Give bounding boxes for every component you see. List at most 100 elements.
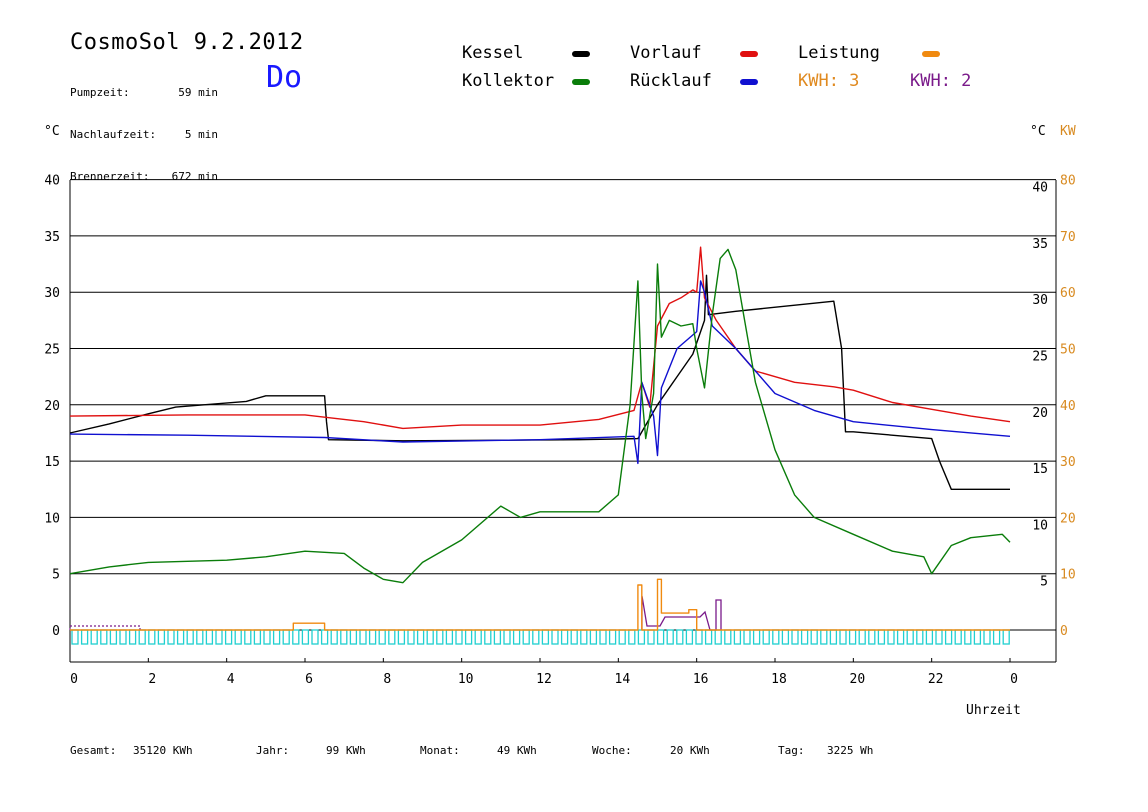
pump-state-mark (311, 629, 319, 645)
x-tick-label: 8 (383, 672, 391, 687)
y-tick-label-left: 15 (44, 455, 60, 470)
pump-state-mark (599, 629, 607, 645)
pump-state-mark (368, 629, 377, 645)
pump-state-mark (647, 629, 655, 645)
temperature-chart: 0510152025303540510152025303540010203040… (44, 174, 1076, 718)
pump-state-mark (503, 629, 511, 645)
pump-state-mark (676, 629, 684, 645)
y-tick-label-right: 15 (1032, 462, 1048, 477)
pump-state-mark (992, 629, 1001, 645)
footer-monat-label: Monat: (420, 744, 460, 757)
pump-state-mark (426, 629, 434, 645)
pump-state-mark (925, 629, 934, 645)
y-tick-label-right: 20 (1032, 406, 1048, 421)
x-tick-label: 14 (615, 672, 631, 687)
pump-state-mark (253, 629, 262, 645)
pump-state-mark (877, 629, 886, 645)
pump-state-mark (445, 629, 454, 645)
pump-state-mark (906, 629, 914, 645)
pump-state-mark (416, 629, 425, 645)
pump-state-mark (656, 629, 665, 645)
pump-state-mark (618, 629, 626, 645)
pump-state-mark (484, 629, 492, 645)
pump-state-mark (119, 629, 127, 645)
pump-state-mark (80, 629, 89, 645)
y-tick-label-right: 25 (1032, 350, 1048, 365)
y-tick-label-right: 5 (1040, 575, 1048, 590)
pump-state-mark (772, 629, 780, 645)
pump-state-mark (848, 629, 857, 645)
footer-gesamt-label: Gesamt: (70, 744, 117, 757)
footer-monat-value: 49 KWh (497, 744, 537, 757)
pump-state-mark (244, 629, 252, 645)
pump-state-mark (320, 629, 329, 645)
pump-state-mark (743, 629, 751, 645)
y-tick-label-left: 10 (44, 511, 60, 526)
series-line-kollektor (69, 248, 1011, 584)
pump-state-mark (944, 629, 953, 645)
y-tick-label-kw: 40 (1060, 399, 1076, 414)
pump-state-mark (436, 629, 444, 645)
pump-state-mark (148, 629, 156, 645)
pump-state-mark (512, 629, 521, 645)
footer-woche-value: 20 KWh (670, 744, 710, 757)
pump-state-mark (128, 629, 137, 645)
y-tick-label-left: 25 (44, 343, 60, 358)
pump-state-mark (781, 629, 790, 645)
pump-state-mark (608, 629, 617, 645)
pump-state-mark (157, 629, 166, 645)
x-tick-label: 22 (928, 672, 944, 687)
y-tick-label-kw: 60 (1060, 286, 1076, 301)
pump-state-mark (916, 629, 924, 645)
y-tick-label-left: 20 (44, 399, 60, 414)
pump-state-mark (397, 629, 406, 645)
pump-state-mark (752, 629, 761, 645)
pump-state-mark (589, 629, 598, 645)
pump-state-mark (272, 629, 281, 645)
pump-state-mark (628, 629, 636, 645)
pump-state-mark (407, 629, 415, 645)
pump-state-mark (983, 629, 991, 645)
pump-state-mark (695, 629, 703, 645)
pump-state-mark (868, 629, 876, 645)
pump-state-mark (1002, 629, 1010, 645)
y-tick-label-kw: 30 (1060, 455, 1076, 470)
y-tick-label-left: 30 (44, 286, 60, 301)
pump-state-mark (685, 629, 694, 645)
y-tick-label-left: 0 (52, 624, 60, 639)
pump-state-mark (800, 629, 809, 645)
pump-state-mark (820, 629, 828, 645)
y-tick-label-kw: 70 (1060, 230, 1076, 245)
pump-state-mark (167, 629, 175, 645)
x-axis-title: Uhrzeit (966, 703, 1021, 718)
pump-state-mark (301, 629, 310, 645)
series-line-vorlauf (69, 246, 1011, 430)
pump-state-mark (522, 629, 530, 645)
pump-state-mark (340, 629, 348, 645)
footer-gesamt-value: 35120 KWh (133, 744, 193, 757)
pump-state-mark (532, 629, 540, 645)
x-tick-label: 0 (1010, 672, 1018, 687)
pump-state-mark (858, 629, 866, 645)
pump-state-mark (704, 629, 713, 645)
pump-state-mark (215, 629, 223, 645)
pump-state-mark (100, 629, 108, 645)
pump-state-mark (378, 629, 386, 645)
pump-state-mark (551, 629, 559, 645)
pump-state-mark (186, 629, 194, 645)
series-line-kessel (69, 274, 1010, 490)
pump-state-mark (973, 629, 982, 645)
pump-state-mark (714, 629, 722, 645)
pump-state-mark (282, 629, 290, 645)
series-line-leistung (70, 578, 1010, 631)
pump-state-mark (176, 629, 185, 645)
pump-state-mark (224, 629, 233, 645)
pump-state-mark (637, 629, 646, 645)
pump-state-mark (349, 629, 358, 645)
y-tick-label-kw: 50 (1060, 343, 1076, 358)
pump-state-mark (964, 629, 972, 645)
pump-state-mark (954, 629, 962, 645)
x-tick-label: 6 (305, 672, 313, 687)
pump-state-mark (330, 629, 338, 645)
x-tick-label: 2 (148, 672, 156, 687)
